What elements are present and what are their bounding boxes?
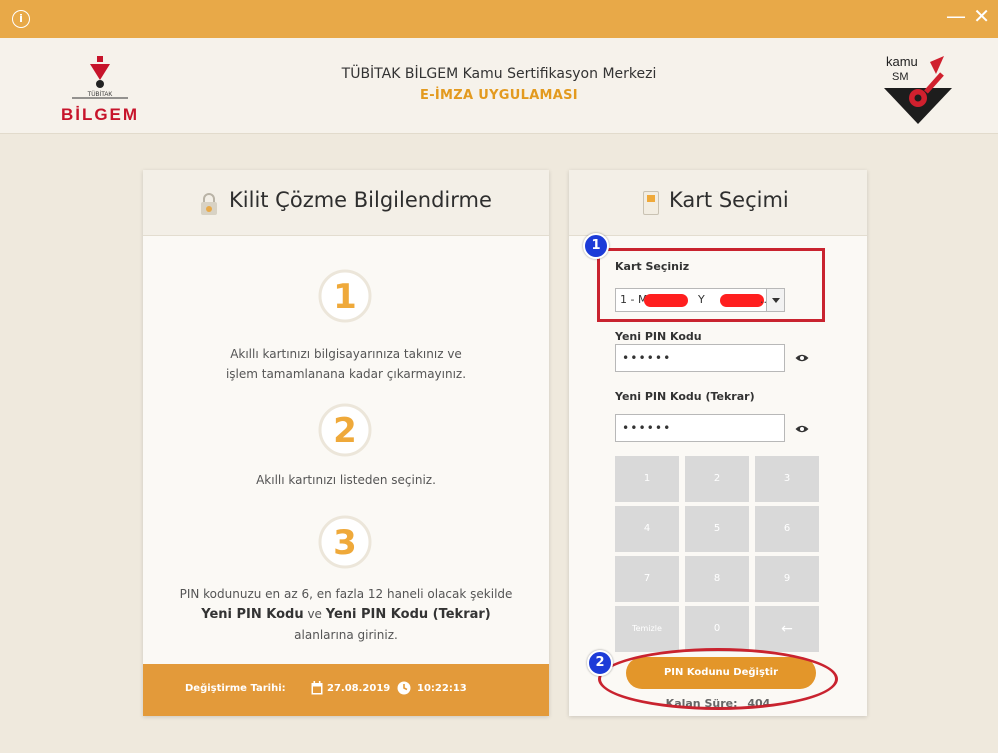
step-2-text: Akıllı kartınızı listeden seçiniz. — [143, 470, 549, 490]
step-2-icon: 2 — [318, 403, 372, 457]
new-pin-repeat-hint: Yeni PIN Kodu (Tekrar) — [325, 607, 491, 622]
step-3-icon: 3 — [318, 515, 372, 569]
step-3-text: PIN kodunuzu en az 6, en fazla 12 haneli… — [143, 584, 549, 645]
step-1-icon: 1 — [318, 269, 372, 323]
keypad-4[interactable]: 4 — [615, 506, 679, 552]
app-header: TÜBİTAK BİLGEM TÜBİTAK BİLGEM Kamu Serti… — [0, 38, 998, 134]
keypad-0[interactable]: 0 — [685, 606, 749, 652]
annotation-marker-1: 1 — [583, 233, 609, 259]
step-3-connector: ve — [303, 607, 326, 621]
smart-card-icon — [643, 191, 659, 215]
clock-icon — [397, 681, 411, 695]
keypad-1[interactable]: 1 — [615, 456, 679, 502]
bilgem-logo-text: BİLGEM — [61, 105, 139, 124]
keypad-5[interactable]: 5 — [685, 506, 749, 552]
unlock-info-panel: Kilit Çözme Bilgilendirme 1 Akıllı kartı… — [143, 170, 549, 716]
new-pin-hint: Yeni PIN Kodu — [201, 607, 304, 622]
step-2-number: 2 — [333, 411, 357, 451]
change-date-value: 27.08.2019 — [327, 683, 391, 694]
annotation-highlight-box — [597, 248, 825, 322]
app-title: TÜBİTAK BİLGEM Kamu Sertifikasyon Merkez… — [341, 66, 657, 82]
kamusm-text-2: SM — [892, 71, 909, 83]
calendar-icon — [311, 681, 323, 695]
info-icon[interactable]: i — [12, 10, 30, 28]
close-button[interactable]: ✕ — [973, 6, 990, 26]
card-selection-header: Kart Seçimi — [569, 170, 867, 236]
annotation-highlight-ellipse — [598, 648, 838, 710]
unlock-info-title: Kilit Çözme Bilgilendirme — [229, 188, 492, 212]
step-3-line-2: Yeni PIN Kodu ve Yeni PIN Kodu (Tekrar) — [143, 604, 549, 625]
keypad-9[interactable]: 9 — [755, 556, 819, 602]
kamusm-logo-mark: kamu SM — [884, 54, 952, 124]
change-time-value: 10:22:13 — [417, 683, 467, 694]
new-pin-input[interactable]: •••••• — [615, 344, 785, 372]
eye-icon[interactable] — [795, 424, 809, 434]
step-3-line-1: PIN kodunuzu en az 6, en fazla 12 haneli… — [179, 587, 513, 601]
keypad-7[interactable]: 7 — [615, 556, 679, 602]
change-date-bar: Değiştirme Tarihi: 27.08.2019 10:22:13 — [143, 664, 549, 716]
keypad-8[interactable]: 8 — [685, 556, 749, 602]
step-1-line-1: Akıllı kartınızı bilgisayarınıza takınız… — [230, 347, 462, 361]
annotation-marker-2: 2 — [587, 650, 613, 676]
lock-icon — [201, 193, 217, 215]
new-pin-repeat-input[interactable]: •••••• — [615, 414, 785, 442]
keypad-2[interactable]: 2 — [685, 456, 749, 502]
keypad-backspace[interactable]: ← — [755, 606, 819, 652]
step-3-number: 3 — [333, 523, 357, 563]
minimize-button[interactable]: — — [946, 6, 966, 26]
new-pin-repeat-label: Yeni PIN Kodu (Tekrar) — [615, 390, 755, 403]
new-pin-label: Yeni PIN Kodu — [615, 330, 702, 343]
step-3-line-3: alanlarına giriniz. — [294, 628, 398, 642]
app-subtitle: E-İMZA UYGULAMASI — [420, 88, 578, 103]
unlock-info-header: Kilit Çözme Bilgilendirme — [143, 170, 549, 236]
kamusm-text-1: kamu — [886, 54, 918, 69]
step-1-line-2: işlem tamamlanana kadar çıkarmayınız. — [225, 367, 467, 381]
window-titlebar: i — ✕ — [0, 0, 998, 38]
change-date-label: Değiştirme Tarihi: — [185, 683, 286, 694]
keypad-3[interactable]: 3 — [755, 456, 819, 502]
keypad-6[interactable]: 6 — [755, 506, 819, 552]
keypad-clear[interactable]: Temizle — [615, 606, 679, 652]
kamusm-logo: kamu SM — [878, 52, 958, 130]
step-1-number: 1 — [333, 277, 357, 317]
step-2-line-1: Akıllı kartınızı listeden seçiniz. — [256, 473, 436, 487]
card-selection-title: Kart Seçimi — [669, 188, 789, 212]
step-1-text: Akıllı kartınızı bilgisayarınıza takınız… — [143, 344, 549, 384]
eye-icon[interactable] — [795, 353, 809, 363]
